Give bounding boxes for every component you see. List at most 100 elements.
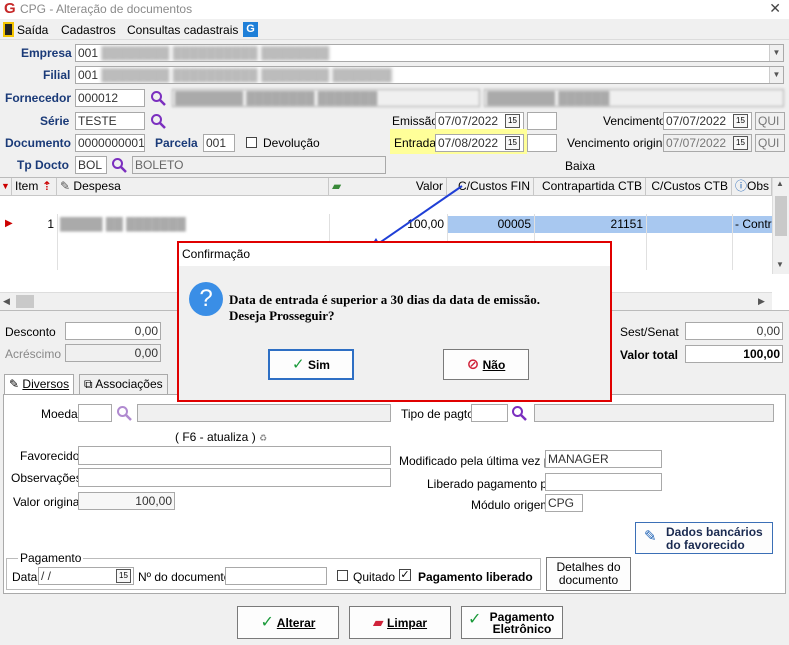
search-icon[interactable] [111,157,127,173]
empresa-value: 001 [78,46,99,60]
ndoc-label: Nº do documento [138,570,231,584]
emissao-label: Emissão [392,114,439,128]
sestsenat-label: Sest/Senat [620,325,679,339]
calendar-icon[interactable]: 15 [505,136,520,150]
data-label: Data [12,570,38,584]
hscroll-thumb[interactable] [16,295,34,308]
pagamento-eletronico-button[interactable]: ✓ Pagamento Eletrônico [461,606,563,639]
sim-button[interactable]: ✓ Sim [268,349,354,380]
ndoc-field[interactable] [225,567,327,585]
tpdocto-desc-field: BOLETO [132,156,386,174]
col-item[interactable]: Item ⇡ [12,178,57,196]
close-icon[interactable]: ✕ [769,0,781,17]
window-title: CPG - Alteração de documentos [20,2,193,16]
tipopagto-label: Tipo de pagto [401,407,474,421]
favorecido-field[interactable] [78,446,391,465]
menu-cadastros[interactable]: Cadastros [61,23,116,37]
chevron-down-icon[interactable]: ▼ [769,67,783,83]
f6-hint: ( F6 - atualiza ) ♻ [175,430,268,444]
calendar-icon[interactable]: 15 [733,136,748,150]
modificado-label: Modificado pela última vez por [399,454,562,468]
liberado-field [545,473,662,491]
scroll-down-icon[interactable]: ▼ [776,260,784,269]
chevron-down-icon[interactable]: ▼ [769,45,783,61]
entrada-day-field [527,134,557,152]
calendar-icon[interactable]: 15 [116,569,131,583]
tipopagto-field[interactable] [471,404,508,422]
desconto-label: Desconto [5,325,56,339]
search-icon[interactable] [150,90,166,106]
filial-field[interactable]: 001 ████████ ██████████ ████████ ███████ [75,66,784,84]
money-icon: ▰ [332,179,342,193]
fornecedor-label: Fornecedor [5,91,72,105]
empresa-label: Empresa [21,46,72,60]
tab-diversos[interactable]: ✎ Diversos [4,374,75,394]
liberado-label: Liberado pagamento por [427,477,558,491]
tpdocto-label: Tp Docto [17,158,69,172]
col-contrapartida[interactable]: Contrapartida CTB [534,178,646,196]
col-cccustos-ctb[interactable]: C/Custos CTB [646,178,732,196]
sestsenat-field[interactable]: 0,00 [685,322,783,340]
acrescimo-field: 0,00 [65,344,161,362]
pencil-icon: ✎ [644,528,657,545]
link-icon: ⧉ [84,377,93,391]
calendar-icon[interactable]: 15 [733,114,748,128]
moeda-field[interactable] [78,404,112,422]
quitado-checkbox[interactable] [337,570,348,581]
calendar-icon[interactable]: 15 [505,114,520,128]
sort-icon: ⇡ [41,179,52,193]
observacoes-label: Observações [11,471,82,485]
title-bar: G CPG - Alteração de documentos ✕ [0,0,789,19]
valororiginal-field: 100,00 [78,492,175,510]
search-icon[interactable] [150,113,166,129]
valortotal-label: Valor total [620,348,679,362]
quitado-label: Quitado [353,570,396,584]
help-icon[interactable]: G [243,22,258,37]
grid-vscrollbar[interactable]: ▲ ▼ [772,178,789,274]
info-icon: ⓘ [735,179,748,193]
pencil-icon: ✎ [9,377,20,391]
acrescimo-label: Acréscimo [5,347,62,361]
scroll-right-icon[interactable]: ▶ [758,296,765,307]
tpdocto-field[interactable]: BOL [75,156,107,174]
documento-field[interactable]: 0000000001 [75,134,145,152]
check-icon: ✓ [468,611,482,628]
fornecedor-field[interactable]: 000012 [75,89,145,107]
cell-obs: - Contra [732,216,772,233]
dialog-message: Data de entrada é superior a 30 dias da … [229,292,541,323]
scroll-up-icon[interactable]: ▲ [776,179,784,188]
scroll-thumb[interactable] [775,196,787,236]
parcela-field[interactable]: 001 [203,134,235,152]
desconto-field[interactable]: 0,00 [65,322,161,340]
vencimento-label: Vencimento [603,114,666,128]
dados-bancarios-button[interactable]: ✎ Dados bancários do favorecido [635,522,773,554]
menu-consultas[interactable]: Consultas cadastrais [127,23,238,37]
exit-door-icon[interactable] [3,22,14,37]
serie-field[interactable]: TESTE [75,112,145,130]
pagliberado-checkbox[interactable]: ✓ [399,569,411,581]
vencimento-day: QUI [755,112,785,130]
pagliberado-label: Pagamento liberado [418,570,533,584]
detalhes-documento-button[interactable]: Detalhes do documento [546,557,631,591]
eraser-icon: ▰ [372,614,384,630]
limpar-button[interactable]: ▰ Limpar [349,606,451,639]
pagamento-legend: Pagamento [18,551,84,565]
search-icon[interactable] [116,405,132,421]
search-icon[interactable] [511,405,527,421]
col-despesa[interactable]: ✎ Despesa [57,178,329,196]
menu-bar: Saída Cadastros Consultas cadastrais G [0,20,789,40]
scroll-left-icon[interactable]: ◀ [3,296,10,307]
baixa-label: Baixa [565,159,596,173]
tab-associacoes[interactable]: ⧉ Associações [79,374,168,394]
menu-saida[interactable]: Saída [17,23,48,37]
empresa-field[interactable]: 001 ████████ ██████████ ████████ [75,44,784,62]
devolucao-checkbox[interactable] [246,137,257,148]
nao-button[interactable]: ⊘ Não [443,349,529,380]
moeda-desc-field [137,404,391,422]
modulo-label: Módulo origem [471,498,551,512]
cell-contrapartida: 21151 [534,216,646,233]
fornecedor-name-field: ████████ ████████ ███████ [172,89,480,107]
col-obs[interactable]: ⓘObs [732,178,772,196]
alterar-button[interactable]: ✓ Alterar [237,606,339,639]
observacoes-field[interactable] [78,468,391,487]
